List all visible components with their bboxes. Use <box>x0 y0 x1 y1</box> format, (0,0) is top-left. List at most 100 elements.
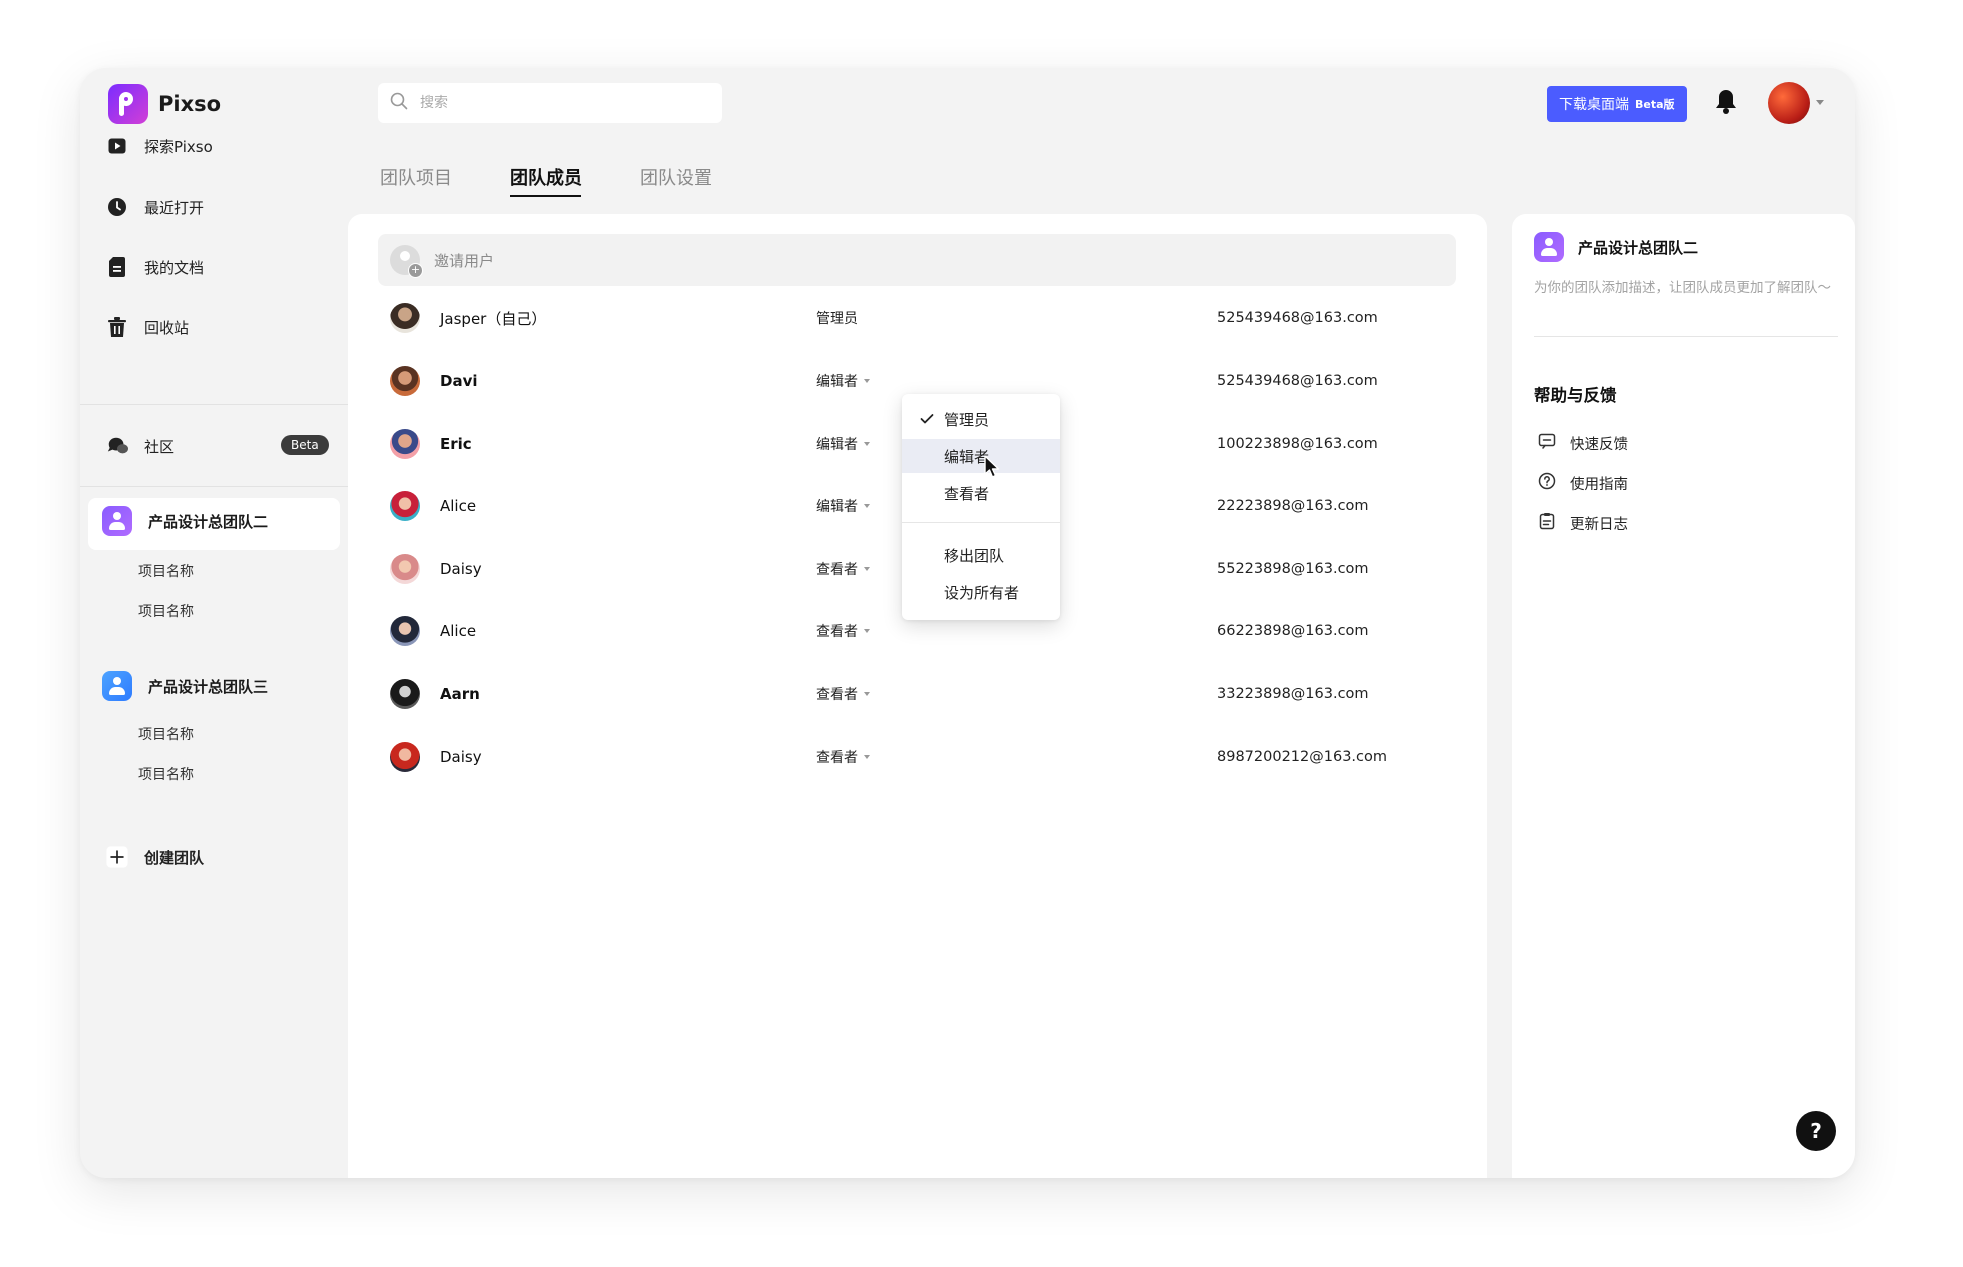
create-team-button[interactable]: 创建团队 <box>106 846 204 868</box>
notification-bell-icon[interactable] <box>1714 88 1738 120</box>
dropdown-option-viewer[interactable]: 查看者 <box>902 476 1060 510</box>
caret-down-icon <box>864 629 870 633</box>
sidebar-item-my-docs[interactable]: 我的文档 <box>106 256 204 278</box>
app-window: Pixso 探索Pixso 最近打开 我的文档 回收站 社区 Beta 产品设计… <box>80 68 1855 1178</box>
role-select[interactable]: 编辑者 <box>816 434 870 454</box>
trash-icon <box>106 316 128 338</box>
download-label: 下载桌面端 <box>1559 97 1629 113</box>
sidebar-team-2[interactable]: 产品设计总团队二 <box>102 506 268 536</box>
caret-down-icon <box>864 379 870 383</box>
team-avatar-icon <box>102 671 132 701</box>
mouse-cursor-icon <box>983 455 1003 483</box>
team-name: 产品设计总团队二 <box>148 512 269 531</box>
member-name: Alice <box>440 622 477 640</box>
dropdown-option-admin[interactable]: 管理员 <box>902 402 1060 436</box>
caret-down-icon <box>864 692 870 696</box>
sidebar-project-item[interactable]: 项目名称 <box>138 724 194 744</box>
dropdown-action-remove[interactable]: 移出团队 <box>902 538 1060 572</box>
role-select[interactable]: 查看者 <box>816 684 870 704</box>
sidebar-item-community[interactable]: 社区 <box>106 435 174 457</box>
document-icon <box>106 256 128 278</box>
link-label: 快速反馈 <box>1570 436 1628 453</box>
member-name: Jasper（自己） <box>440 309 547 328</box>
role-select[interactable]: 编辑者 <box>816 496 870 516</box>
sidebar-item-label: 最近打开 <box>144 198 205 217</box>
team-description-input[interactable]: 为你的团队添加描述，让团队成员更加了解团队～ <box>1534 278 1839 298</box>
member-role: 管理员 <box>816 308 858 328</box>
link-user-guide[interactable]: 使用指南 <box>1538 472 1628 494</box>
team-info-panel: 产品设计总团队二 为你的团队添加描述，让团队成员更加了解团队～ 帮助与反馈 快速… <box>1512 214 1855 1178</box>
sidebar-item-explore[interactable]: 探索Pixso <box>106 135 213 157</box>
tab-team-members[interactable]: 团队成员 <box>510 164 582 190</box>
role-select[interactable]: 查看者 <box>816 621 870 641</box>
active-tab-indicator <box>510 195 581 197</box>
tab-team-settings[interactable]: 团队设置 <box>640 164 712 190</box>
help-button[interactable]: ? <box>1796 1111 1836 1151</box>
table-row: Aarn 查看者 33223898@163.com <box>378 674 1458 714</box>
role-label: 管理员 <box>816 311 858 327</box>
member-name: Aarn <box>440 685 480 703</box>
clock-icon <box>106 196 128 218</box>
user-avatar[interactable] <box>1768 82 1810 124</box>
sidebar-team-3[interactable]: 产品设计总团队三 <box>102 671 268 701</box>
dropdown-action-set-owner[interactable]: 设为所有者 <box>902 575 1060 609</box>
pixso-logo-icon <box>108 84 148 124</box>
sidebar-item-trash[interactable]: 回收站 <box>106 316 189 338</box>
sidebar-project-item[interactable]: 项目名称 <box>138 601 194 621</box>
option-label: 管理员 <box>944 410 990 429</box>
member-email: 33223898@163.com <box>1217 686 1369 702</box>
sidebar-project-item[interactable]: 项目名称 <box>138 764 194 784</box>
beta-badge: Beta <box>281 435 329 455</box>
plus-icon <box>106 846 128 868</box>
link-changelog[interactable]: 更新日志 <box>1538 512 1628 534</box>
role-select[interactable]: 编辑者 <box>816 371 870 391</box>
dropdown-option-editor[interactable]: 编辑者 <box>902 439 1060 473</box>
dropdown-divider <box>902 522 1060 523</box>
role-select[interactable]: 查看者 <box>816 747 870 767</box>
avatar <box>390 742 420 772</box>
member-email: 100223898@163.com <box>1217 436 1378 452</box>
sidebar-item-label: 我的文档 <box>144 258 205 277</box>
role-select[interactable]: 查看者 <box>816 559 870 579</box>
sidebar-item-label: 探索Pixso <box>144 137 213 156</box>
invite-user-input[interactable]: 邀请用户 <box>378 234 1456 286</box>
member-name: Davi <box>440 372 478 390</box>
members-panel: 邀请用户 Jasper（自己） 管理员 525439468@163.com Da… <box>348 214 1487 1178</box>
table-row: Jasper（自己） 管理员 525439468@163.com <box>378 298 1458 338</box>
role-dropdown-menu: 管理员 编辑者 查看者 移出团队 设为所有者 <box>902 394 1060 620</box>
member-name: Daisy <box>440 560 482 578</box>
link-label: 更新日志 <box>1570 516 1628 533</box>
tab-team-projects[interactable]: 团队项目 <box>380 164 452 190</box>
member-email: 55223898@163.com <box>1217 561 1369 577</box>
avatar <box>390 554 420 584</box>
download-desktop-button[interactable]: 下载桌面端 Beta版 <box>1547 86 1687 122</box>
create-team-label: 创建团队 <box>144 848 205 867</box>
link-quick-feedback[interactable]: 快速反馈 <box>1538 432 1628 454</box>
role-label: 查看者 <box>816 687 858 703</box>
team-header: 产品设计总团队二 <box>1534 232 1698 262</box>
help-section-title: 帮助与反馈 <box>1534 386 1617 405</box>
member-name: Daisy <box>440 748 482 766</box>
sidebar-project-item[interactable]: 项目名称 <box>138 561 194 581</box>
app-logo[interactable]: Pixso <box>108 84 221 124</box>
search-input[interactable] <box>418 94 702 112</box>
member-email: 22223898@163.com <box>1217 498 1369 514</box>
team-avatar-icon <box>1534 232 1564 262</box>
invite-label: 邀请用户 <box>434 251 495 270</box>
caret-down-icon <box>864 567 870 571</box>
member-email: 66223898@163.com <box>1217 623 1369 639</box>
avatar <box>390 491 420 521</box>
member-name: Alice <box>440 497 477 515</box>
sidebar-divider <box>80 486 348 487</box>
caret-down-icon <box>864 755 870 759</box>
sidebar-item-recent[interactable]: 最近打开 <box>106 196 204 218</box>
avatar <box>390 616 420 646</box>
sidebar-item-label: 回收站 <box>144 318 190 337</box>
search-icon <box>390 92 408 114</box>
search-box[interactable] <box>378 83 722 123</box>
sidebar-item-label: 社区 <box>144 437 175 456</box>
feedback-icon <box>1538 432 1556 454</box>
role-label: 编辑者 <box>816 374 858 390</box>
chevron-down-icon[interactable] <box>1816 100 1824 105</box>
option-label: 查看者 <box>944 484 990 503</box>
